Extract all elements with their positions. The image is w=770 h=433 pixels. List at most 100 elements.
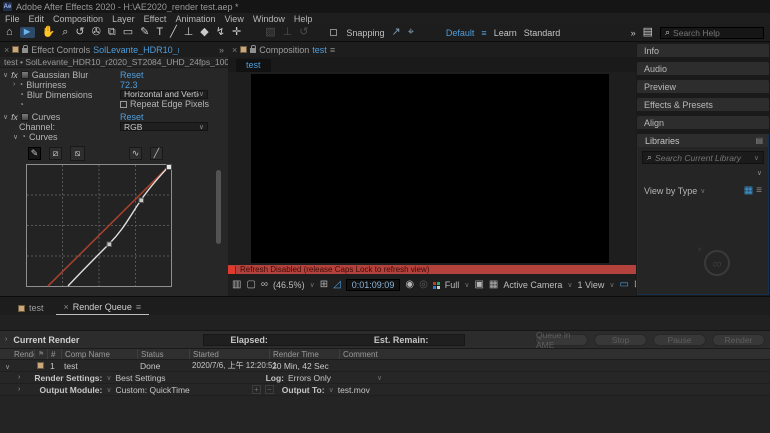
expand-icon[interactable]: › [5,336,7,343]
library-search[interactable]: ⌕ ∨ [642,151,764,164]
workspace-default[interactable]: Default [446,28,475,38]
home-icon[interactable]: ⌂ [6,27,13,38]
col-render-time[interactable]: Render Time [269,349,339,359]
composition-tab-target[interactable]: test [312,45,327,55]
selection-tool-icon[interactable]: ► [20,27,35,38]
collapse-icon[interactable]: ∨ [3,364,10,371]
curve-smooth-button[interactable]: ∿ [129,147,142,160]
libraries-header[interactable]: Libraries ▤ [638,134,768,147]
transparency-grid-icon[interactable]: ▦ [489,280,498,290]
curves-reset[interactable]: Reset [120,112,144,122]
snapping-checkbox[interactable] [330,29,337,36]
workspace-standard[interactable]: Standard [524,28,561,38]
workspace-learn[interactable]: Learn [494,28,517,38]
col-comp-name[interactable]: Comp Name [61,349,137,359]
brush-tool-icon[interactable]: ╱ [170,27,177,38]
stop-button[interactable]: Stop [594,334,647,346]
log-value[interactable]: Errors Only [288,373,331,383]
stopwatch-icon[interactable]: ◔ [19,90,24,99]
channel-dropdown[interactable]: RGB ∨ [120,122,208,131]
close-icon[interactable]: × [4,45,9,55]
lock-icon[interactable] [22,48,28,53]
curve-pencil-button[interactable]: ✎ [28,147,41,160]
pen-tool-icon[interactable]: ✎ [140,27,149,38]
chevron-down-icon[interactable]: ∨ [754,154,759,162]
scrollbar[interactable] [216,170,221,244]
curve-point[interactable] [107,242,112,247]
mask-visibility-icon[interactable]: ◿ [333,280,341,290]
view-layout-dropdown[interactable]: 1 View [578,280,605,290]
render-button[interactable]: Render [712,334,765,346]
col-status[interactable]: Status [137,349,189,359]
composition-tab-title[interactable]: Composition [259,45,309,55]
snapping-option-icon-1[interactable]: ↗ [391,27,400,38]
workspace-overflow-icon[interactable]: » [631,28,636,38]
sidebar-item-audio[interactable]: Audio [637,62,769,75]
view-by-type-label[interactable]: View by Type [644,186,697,196]
menu-animation[interactable]: Animation [175,14,215,24]
hand-tool-icon[interactable]: ✋ [42,27,56,38]
chevron-down-icon[interactable]: ∨ [567,281,572,289]
effect-controls-tab-target[interactable]: SolLevante_HDR10_r2020_ST2084_U [93,45,179,55]
composition-view-tab[interactable]: test [236,59,271,72]
curves-effect-row[interactable]: ∨ fx Curves Reset [0,112,228,122]
snapshot-icon[interactable]: ◉ [405,280,414,290]
curve-save-button[interactable]: ⧅ [70,146,85,161]
resolution-dropdown[interactable]: Full [445,280,460,290]
stopwatch-icon[interactable]: ◔ [19,100,24,109]
gaussian-blur-row[interactable]: ∨ fx Gaussian Blur Reset [0,70,228,80]
zoom-tool-icon[interactable]: ⌕ [62,27,68,38]
camera-view-dropdown[interactable]: Active Camera [503,280,562,290]
effect-controls-tab-title[interactable]: Effect Controls [31,45,90,55]
menu-help[interactable]: Help [294,14,313,24]
sidebar-item-preview[interactable]: Preview [637,80,769,93]
tab-timeline-test[interactable]: test [10,301,52,315]
menu-view[interactable]: View [224,14,243,24]
sidebar-item-effects-presets[interactable]: Effects & Presets [637,98,769,111]
eraser-tool-icon[interactable]: ◆ [200,27,208,38]
snapping-option-icon-2[interactable]: ⌖ [408,27,414,38]
menu-composition[interactable]: Composition [53,14,103,24]
blurriness-value[interactable]: 72.3 [120,80,138,90]
sidebar-item-info[interactable]: Info [637,44,769,57]
render-settings-value[interactable]: Best Settings [115,373,165,383]
library-search-input[interactable] [655,153,751,163]
lock-icon[interactable] [250,48,256,53]
add-output-button[interactable]: + [252,385,261,394]
chevron-down-icon[interactable]: ∨ [106,374,111,382]
col-comment[interactable]: Comment [339,349,770,359]
monitor-icon[interactable]: ▢ [246,280,255,290]
chevron-down-icon[interactable]: ∨ [329,386,334,394]
clone-stamp-tool-icon[interactable]: ⊥ [184,27,194,38]
collapse-icon[interactable]: ∨ [13,133,18,141]
expand-icon[interactable]: › [18,386,20,393]
blur-dimensions-dropdown[interactable]: Horizontal and Vertical ∨ [120,90,208,99]
zoom-level[interactable]: (46.5%) [273,280,305,290]
close-icon[interactable]: × [64,302,69,312]
curve-open-button[interactable]: ⧄ [49,147,62,160]
rotation-tool-icon[interactable]: ↺ [75,27,84,38]
dual-view-icon[interactable]: ∞ [261,280,268,290]
close-icon[interactable]: × [232,45,237,55]
collapse-icon[interactable]: ∨ [3,113,8,121]
repeat-edge-checkbox[interactable] [120,101,127,108]
curve-line-button[interactable]: ╱ [150,147,163,160]
collapse-icon[interactable]: ∨ [3,71,8,79]
workspace-menu-icon[interactable]: ≡ [481,28,486,38]
type-tool-icon[interactable]: T [156,27,163,38]
rectangle-tool-icon[interactable]: ▭ [123,27,133,38]
chevron-down-icon[interactable]: ∨ [464,281,469,289]
menu-effect[interactable]: Effect [144,14,167,24]
queue-row[interactable]: ∨ 1 test Done 2020/7/6, 上午 12:20:51 20 M… [0,360,770,372]
sidebar-item-align[interactable]: Align [637,116,769,129]
camera-tool-icon[interactable]: ✇ [92,27,101,38]
channel-settings-icon[interactable] [433,282,440,289]
curves-graph[interactable] [26,164,172,287]
output-to-value[interactable]: test.mov [338,385,370,395]
pan-behind-tool-icon[interactable]: ⧉ [108,27,116,38]
curve-point[interactable] [167,164,172,169]
panel-menu-icon[interactable]: ▤ [755,136,763,145]
composition-viewport[interactable] [228,72,636,265]
fx-badge[interactable]: fx [11,112,18,122]
grid-options-icon[interactable]: ⊞ [320,280,328,290]
